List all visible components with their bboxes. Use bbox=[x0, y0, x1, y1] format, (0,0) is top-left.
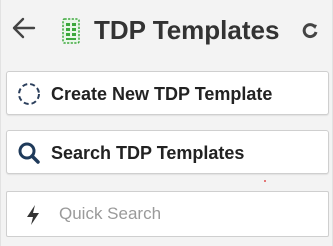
create-template-button[interactable]: Create New TDP Template bbox=[6, 71, 329, 115]
search-templates-label: Search TDP Templates bbox=[51, 143, 245, 163]
magnifier-icon bbox=[16, 140, 42, 166]
refresh-icon[interactable] bbox=[301, 22, 319, 40]
dashed-circle-icon bbox=[16, 81, 42, 107]
marker-dot bbox=[264, 180, 266, 182]
grid-document-icon bbox=[62, 18, 80, 44]
quick-search-field[interactable] bbox=[6, 191, 329, 237]
tdp-templates-panel: TDP Templates Create New TDP Template Se… bbox=[0, 0, 333, 246]
create-template-label: Create New TDP Template bbox=[51, 84, 273, 104]
back-button[interactable] bbox=[11, 15, 37, 41]
arrow-left-icon bbox=[12, 17, 36, 39]
lightning-bolt-icon bbox=[27, 205, 39, 225]
search-templates-button[interactable]: Search TDP Templates bbox=[6, 130, 329, 174]
page-title: TDP Templates bbox=[94, 15, 280, 45]
panel-header: TDP Templates bbox=[1, 0, 333, 62]
quick-search-input[interactable] bbox=[59, 202, 309, 226]
